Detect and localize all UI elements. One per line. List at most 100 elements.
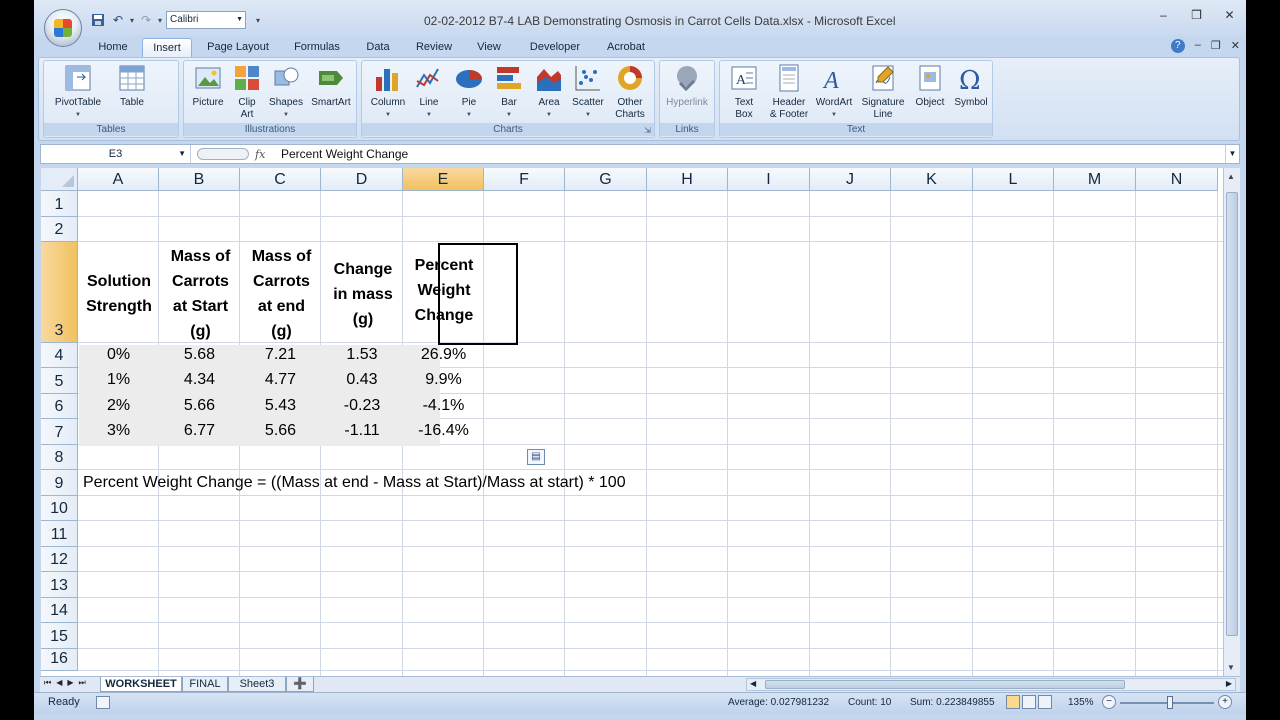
office-button[interactable]	[44, 9, 82, 47]
cell-b3[interactable]: Mass of Carrots at Start (g)	[160, 243, 241, 345]
column-header-k[interactable]: K	[891, 168, 973, 191]
row-header-9[interactable]: 9	[41, 470, 78, 496]
cell-c5[interactable]: 4.77	[240, 371, 321, 389]
row-header-14[interactable]: 14	[41, 598, 78, 623]
row-header-2[interactable]: 2	[41, 217, 78, 242]
prev-sheet-icon[interactable]: ◀	[56, 678, 62, 688]
signature-line-button[interactable]: Signature Line	[858, 63, 908, 121]
row-header-11[interactable]: 11	[41, 521, 78, 547]
column-header-b[interactable]: B	[159, 168, 240, 191]
horizontal-scrollbar[interactable]: ◀ ▶	[746, 678, 1236, 691]
restore-button[interactable]: ❒	[1180, 8, 1213, 22]
row-header-1[interactable]: 1	[41, 191, 78, 217]
scatter-chart-button[interactable]: Scatter ▼	[568, 63, 608, 121]
save-icon[interactable]	[90, 12, 106, 28]
doc-restore-button[interactable]: ❒	[1211, 39, 1221, 53]
name-box[interactable]: E3 ▼	[41, 145, 191, 163]
cell-a7[interactable]: 3%	[78, 422, 159, 440]
picture-button[interactable]: Picture	[188, 63, 228, 109]
scroll-up-icon[interactable]: ▲	[1227, 172, 1235, 181]
horizontal-scroll-thumb[interactable]	[765, 680, 1125, 689]
qat-customize-icon[interactable]: ▾	[256, 16, 260, 25]
line-chart-button[interactable]: Line ▼	[410, 63, 448, 121]
undo-icon[interactable]: ↶	[110, 12, 126, 28]
cell-b7[interactable]: 6.77	[159, 422, 240, 440]
column-header-j[interactable]: J	[810, 168, 891, 191]
page-break-view-icon[interactable]	[1038, 695, 1052, 709]
column-header-g[interactable]: G	[565, 168, 647, 191]
last-sheet-icon[interactable]: ⏭	[79, 678, 86, 688]
cell-d5[interactable]: 0.43	[321, 371, 403, 389]
doc-close-button[interactable]: ✕	[1231, 39, 1240, 53]
paste-options-icon[interactable]: ▤	[527, 449, 545, 465]
object-button[interactable]: Object	[910, 63, 950, 109]
tab-page-layout[interactable]: Page Layout	[200, 38, 276, 58]
tab-review[interactable]: Review	[410, 38, 458, 58]
cell-b6[interactable]: 5.66	[159, 397, 240, 415]
scroll-right-icon[interactable]: ▶	[1226, 679, 1232, 688]
redo-icon[interactable]: ↷	[138, 12, 154, 28]
first-sheet-icon[interactable]: ⏮	[44, 678, 51, 688]
page-layout-view-icon[interactable]	[1022, 695, 1036, 709]
column-header-i[interactable]: I	[728, 168, 810, 191]
row-header-7[interactable]: 7	[41, 419, 78, 445]
vertical-split-box[interactable]	[1223, 144, 1240, 166]
row-header-6[interactable]: 6	[41, 394, 78, 419]
zoom-slider-thumb[interactable]	[1167, 696, 1173, 709]
pivottable-button[interactable]: PivotTable ▼	[48, 63, 108, 121]
close-button[interactable]: ✕	[1213, 8, 1246, 22]
cell-d3[interactable]: Change in mass (g)	[322, 243, 404, 345]
cell-e4[interactable]: 26.9%	[403, 346, 484, 364]
redo-dropdown-icon[interactable]: ▾	[158, 16, 162, 25]
pie-chart-button[interactable]: Pie ▼	[450, 63, 488, 121]
row-header-8[interactable]: 8	[41, 445, 78, 470]
tab-developer[interactable]: Developer	[522, 38, 588, 58]
insert-function-icon[interactable]: fx	[255, 148, 265, 161]
column-header-a[interactable]: A	[78, 168, 159, 191]
cell-a3[interactable]: Solution Strength	[79, 243, 159, 345]
symbol-button[interactable]: Ω Symbol	[950, 63, 992, 109]
cell-d7[interactable]: -1.11	[321, 422, 403, 440]
wordart-button[interactable]: A WordArt ▼	[812, 63, 856, 121]
tab-acrobat[interactable]: Acrobat	[600, 38, 652, 58]
row-header-15[interactable]: 15	[41, 623, 78, 649]
scroll-down-icon[interactable]: ▼	[1227, 663, 1235, 672]
cell-c3[interactable]: Mass of Carrots at end (g)	[241, 243, 322, 345]
column-header-f[interactable]: F	[484, 168, 565, 191]
row-header-12[interactable]: 12	[41, 547, 78, 572]
row-header-13[interactable]: 13	[41, 572, 78, 598]
zoom-out-icon[interactable]: −	[1102, 695, 1116, 709]
column-header-n[interactable]: N	[1136, 168, 1218, 191]
area-chart-button[interactable]: Area ▼	[530, 63, 568, 121]
cell-b5[interactable]: 4.34	[159, 371, 240, 389]
other-charts-button[interactable]: Other Charts	[608, 63, 652, 121]
macro-record-icon[interactable]	[96, 696, 110, 709]
sheet-tab-sheet3[interactable]: Sheet3	[228, 677, 286, 692]
column-header-e[interactable]: E	[403, 168, 484, 191]
tab-home[interactable]: Home	[90, 38, 136, 58]
minimize-button[interactable]: –	[1147, 8, 1180, 22]
cell-c6[interactable]: 5.43	[240, 397, 321, 415]
column-chart-button[interactable]: Column ▼	[366, 63, 410, 121]
clipart-button[interactable]: Clip Art	[230, 63, 264, 121]
sheet-tab-worksheet[interactable]: WORKSHEET	[100, 677, 182, 692]
cell-a5[interactable]: 1%	[78, 371, 159, 389]
cell-a6[interactable]: 2%	[78, 397, 159, 415]
cell-e5[interactable]: 9.9%	[403, 371, 484, 389]
help-icon[interactable]: ?	[1170, 39, 1185, 53]
header-footer-button[interactable]: Header & Footer	[766, 63, 812, 121]
row-header-10[interactable]: 10	[41, 496, 78, 521]
cell-a4[interactable]: 0%	[78, 346, 159, 364]
row-header-16[interactable]: 16	[41, 649, 78, 671]
shapes-button[interactable]: Shapes ▼	[266, 63, 306, 121]
cell-b4[interactable]: 5.68	[159, 346, 240, 364]
row-header-3[interactable]: 3	[41, 242, 78, 343]
formula-bar-handle[interactable]	[197, 148, 249, 160]
zoom-in-icon[interactable]: +	[1218, 695, 1232, 709]
sheet-tab-final[interactable]: FINAL	[182, 677, 228, 692]
text-box-button[interactable]: A Text Box	[722, 63, 766, 121]
dialog-launcher-icon[interactable]: ⇲	[644, 126, 651, 135]
vertical-scrollbar[interactable]: ▲ ▼	[1223, 168, 1240, 676]
row-header-5[interactable]: 5	[41, 368, 78, 394]
doc-minimize-button[interactable]: –	[1195, 39, 1201, 53]
